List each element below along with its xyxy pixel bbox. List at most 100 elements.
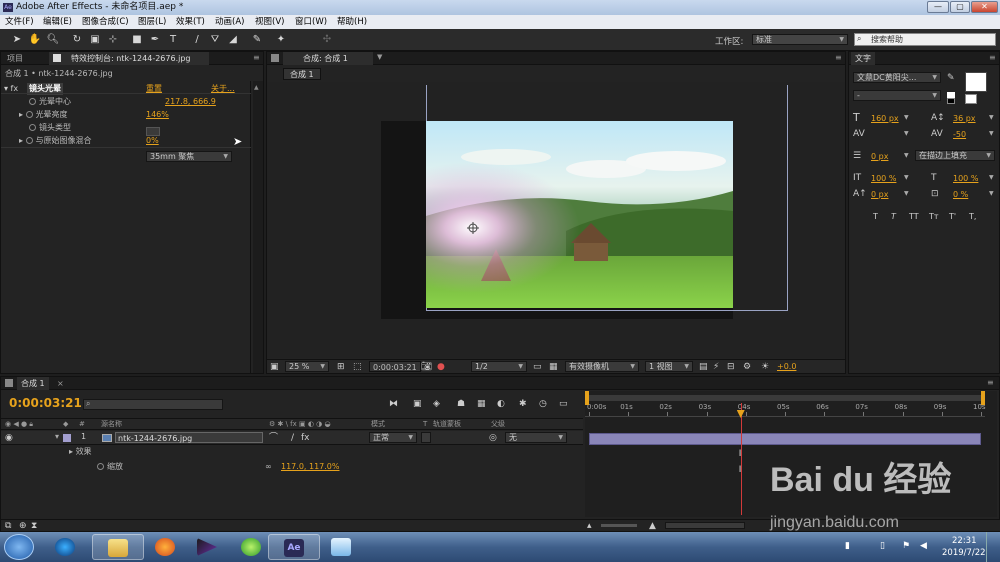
tab-effect-controls[interactable]: 特效控制台: ntk-1244-2676.jpg — [49, 52, 209, 65]
region-of-interest-icon[interactable]: ▭ — [533, 362, 542, 372]
layer-label-color[interactable] — [63, 434, 71, 442]
table-row[interactable]: ◉ ▾ 1 ntk-1244-2676.jpg ⌒ / fx 正常 ◎ 无 — [1, 431, 583, 445]
flowchart-icon[interactable]: ⚙ — [743, 362, 751, 372]
zoom-in-icon[interactable]: ▲ — [649, 521, 656, 531]
stroke-mode-select[interactable]: 在描边上填充 — [915, 150, 995, 161]
pan-behind-tool-icon[interactable]: ⊹ — [106, 33, 120, 47]
hand-tool-icon[interactable]: ✋ — [28, 33, 42, 47]
tab-project[interactable]: 项目 — [3, 52, 27, 65]
snapshot-icon[interactable]: 📷︎ — [421, 362, 432, 372]
stopwatch-icon[interactable] — [29, 98, 36, 105]
show-channel-icon[interactable]: ● — [437, 362, 445, 372]
start-button[interactable] — [4, 534, 34, 560]
all-caps-button[interactable]: TT — [909, 212, 919, 221]
zoom-out-icon[interactable]: ▴ — [587, 521, 592, 531]
parent-pickwhip-icon[interactable]: ◎ — [489, 433, 497, 443]
comp-viewer[interactable] — [267, 82, 845, 358]
superscript-button[interactable]: T' — [949, 212, 956, 221]
font-family-select[interactable]: 文鼎DC黄阳尖... — [853, 72, 941, 83]
always-preview-icon[interactable]: ▣ — [270, 362, 279, 372]
menu-animation[interactable]: 动画(A) — [215, 15, 244, 29]
lens-type-select[interactable]: 35mm 聚焦 — [146, 151, 232, 162]
roto-brush-tool-icon[interactable]: ✎ — [250, 33, 264, 47]
clock-date[interactable]: 2019/7/22 — [942, 548, 986, 558]
help-search-input[interactable]: 搜索帮助 — [854, 33, 996, 46]
horizontal-scale-dropdown-arrow-icon[interactable]: ▼ — [989, 174, 994, 181]
zoom-tool-icon[interactable]: 🔍︎ — [46, 33, 60, 47]
black-swatch[interactable] — [947, 98, 955, 104]
horizontal-scale-value[interactable]: 100 % — [953, 174, 978, 183]
flag-icon[interactable]: ⚑ — [902, 541, 910, 551]
resolution-select[interactable]: 1/2 — [471, 361, 527, 372]
font-style-select[interactable]: - — [853, 90, 941, 101]
eraser-tool-icon[interactable]: ◢ — [226, 33, 240, 47]
tracking-dropdown-arrow-icon[interactable]: ▼ — [989, 130, 994, 137]
work-area-start-icon[interactable] — [585, 391, 589, 405]
mask-visibility-icon[interactable]: ⬚ — [353, 362, 362, 372]
battery-icon[interactable]: ▯ — [880, 541, 885, 551]
work-area-bar[interactable] — [585, 395, 985, 401]
workspace-select[interactable]: 标准 — [752, 34, 848, 45]
layer-name[interactable]: ntk-1244-2676.jpg — [115, 432, 263, 443]
menu-layer[interactable]: 图层(L) — [138, 15, 166, 29]
lock-icon[interactable] — [271, 54, 279, 62]
toggle-pixel-aspect-icon[interactable]: ▤ — [699, 362, 708, 372]
timeline-icon[interactable]: ⊟ — [727, 362, 735, 372]
visibility-column-icon[interactable]: ◉ ◀ ● 🔒︎ — [5, 419, 33, 430]
brush-tool-icon[interactable]: / — [190, 33, 204, 47]
layer-parent-select[interactable]: 无 — [505, 432, 567, 443]
flare-center-value[interactable]: 217.8, 666.9 — [165, 96, 216, 108]
time-ruler[interactable]: 0:00s 01s 02s 03s 04s 05s 06s 07s 08s 09s 10s — [585, 403, 986, 417]
tab-composition[interactable]: 合成: 合成 1 — [283, 52, 373, 65]
constrain-proportions-icon[interactable]: ∞ — [265, 462, 272, 471]
stopwatch-icon[interactable] — [29, 124, 36, 131]
keyframe-marker-icon[interactable]: I — [739, 465, 742, 475]
vertical-scale-value[interactable]: 100 % — [871, 174, 896, 183]
rotate-tool-icon[interactable]: ↻ — [70, 33, 84, 47]
safe-zones-icon[interactable]: ⊞ — [337, 362, 345, 372]
leading-value[interactable]: 36 px — [953, 114, 976, 123]
stroke-color-swatch[interactable] — [965, 94, 977, 104]
keyframe-marker-icon[interactable]: I — [739, 449, 742, 459]
timeline-scrollbar[interactable] — [665, 522, 745, 529]
close-tab-icon[interactable]: × — [57, 379, 64, 388]
shy-switch-icon[interactable]: ⌒ — [269, 433, 278, 443]
fast-previews-icon[interactable]: ⚡ — [713, 362, 719, 372]
stroke-width-value[interactable]: 0 px — [871, 152, 888, 161]
camera-select[interactable]: 有效摄像机 — [565, 361, 639, 372]
stopwatch-icon[interactable] — [25, 111, 33, 118]
rectangle-tool-icon[interactable]: ■ — [130, 33, 144, 47]
toggle-in-out-icon[interactable]: ⧗ — [31, 521, 37, 531]
zoom-select[interactable]: 25 % — [285, 361, 329, 372]
fill-color-swatch[interactable] — [965, 72, 987, 92]
maximize-button[interactable]: ▢ — [950, 1, 970, 13]
menu-file[interactable]: 文件(F) — [5, 15, 34, 29]
flare-brightness-value[interactable]: 146% — [146, 109, 169, 121]
tab-timeline-comp[interactable]: 合成 1 — [17, 377, 49, 390]
toggle-switches-icon[interactable]: ⧉ — [5, 521, 11, 531]
font-size-value[interactable]: 160 px — [871, 114, 899, 123]
tsume-value[interactable]: 0 % — [953, 190, 968, 199]
comp-timecode[interactable]: 0:00:03:21 — [369, 361, 421, 372]
menu-help[interactable]: 帮助(H) — [337, 15, 367, 29]
lock-icon[interactable] — [53, 54, 61, 62]
brainstorm-icon[interactable]: ✱ — [519, 399, 527, 409]
tab-character[interactable]: 文字 — [851, 52, 875, 65]
eye-visibility-icon[interactable]: ◉ — [5, 433, 13, 443]
stopwatch-icon[interactable] — [97, 463, 104, 470]
effects-group[interactable]: ▸ 效果 — [69, 446, 92, 458]
frame-blending-icon[interactable]: ▦ — [477, 399, 486, 409]
close-button[interactable]: ✕ — [971, 1, 998, 13]
layer-mode-select[interactable]: 正常 — [369, 432, 417, 443]
motion-blur-icon[interactable]: ◐ — [497, 399, 505, 409]
hide-shy-layers-icon[interactable]: ☗ — [457, 399, 465, 409]
timeline-timecode[interactable]: 0:00:03:21 — [9, 396, 82, 410]
exposure-value[interactable]: +0.0 — [777, 362, 796, 371]
panel-menu-icon[interactable]: ≡ — [253, 53, 260, 62]
font-size-dropdown-arrow-icon[interactable]: ▼ — [904, 114, 909, 121]
comp-subtab[interactable]: 合成 1 — [283, 68, 321, 80]
kerning-dropdown-arrow-icon[interactable]: ▼ — [904, 130, 909, 137]
stroke-width-dropdown-arrow-icon[interactable]: ▼ — [904, 152, 909, 159]
reset-exposure-icon[interactable]: ☀ — [761, 362, 769, 372]
puppet-tool-icon[interactable]: ✦ — [274, 33, 288, 47]
